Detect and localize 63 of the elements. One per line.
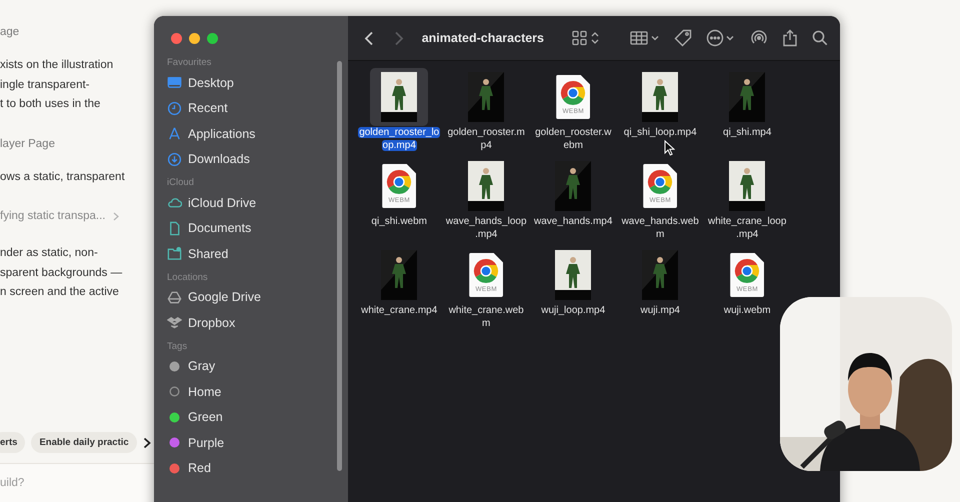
sidebar-item[interactable]: Recent	[188, 101, 228, 116]
file-name[interactable]: golden_rooster.m p4	[448, 126, 525, 152]
drive-icon	[167, 290, 182, 305]
apps-icon	[167, 126, 182, 142]
desktop-icon	[167, 75, 182, 90]
close-button[interactable]	[171, 33, 182, 44]
minimize-button[interactable]	[189, 33, 200, 44]
tag-item[interactable]: Red	[188, 461, 211, 476]
document-icon	[167, 220, 182, 236]
section-heading: layer Page	[0, 138, 56, 150]
file-name[interactable]: white_crane.web m	[448, 304, 524, 330]
scroll-bar[interactable]	[336, 61, 342, 471]
suggestion-chip[interactable]: erts	[0, 432, 26, 453]
chevron-icon[interactable]	[142, 436, 151, 448]
sidebar-item[interactable]: Shared	[188, 246, 228, 261]
share-icon[interactable]	[782, 29, 798, 47]
file-name[interactable]: wave_hands.web m	[622, 215, 699, 241]
suggestion-chip[interactable]: Enable daily practic	[31, 432, 137, 453]
paragraph: ows a static, transparent	[0, 170, 126, 184]
file-name[interactable]: white_crane.mp4	[361, 304, 438, 317]
file-name[interactable]: wuji.webm	[724, 304, 771, 317]
shared-folder-icon	[167, 246, 182, 262]
sidebar-header: Favourites	[167, 56, 212, 70]
cloud-icon	[167, 195, 182, 210]
tag-item[interactable]: Green	[188, 410, 223, 424]
file-name[interactable]: golden_rooster_lo op.mp4	[358, 126, 440, 152]
tag-item[interactable]: Purple	[188, 436, 224, 450]
file-name[interactable]: qi_shi_loop.mp4	[624, 126, 697, 139]
search-icon[interactable]	[812, 30, 828, 46]
file-name[interactable]: wuji.mp4	[640, 304, 680, 317]
chevron-icon	[113, 212, 120, 220]
more-icon[interactable]	[706, 29, 736, 47]
sidebar-header: Tags	[167, 340, 188, 354]
file-name[interactable]: golden_rooster.w ebm	[535, 126, 612, 152]
group-icon[interactable]	[630, 30, 660, 46]
sidebar-item[interactable]: Dropbox	[188, 316, 236, 330]
file-name[interactable]: wuji_loop.mp4	[541, 304, 606, 317]
file-name[interactable]: qi_shi.webm	[371, 215, 428, 228]
sidebar-header: iCloud	[167, 176, 195, 190]
file-name[interactable]: wave_hands_loop .mp4	[446, 215, 527, 241]
sidebar-item[interactable]: Desktop	[188, 76, 234, 90]
tag-item[interactable]: Gray	[188, 359, 216, 374]
clock-icon	[167, 100, 182, 116]
file-name[interactable]: qi_shi.mp4	[723, 126, 772, 139]
sidebar-item[interactable]: Downloads	[188, 152, 250, 166]
back-icon[interactable]	[364, 30, 374, 46]
sidebar-item[interactable]: Documents	[188, 221, 252, 236]
download-icon	[167, 152, 182, 167]
section-heading: age	[0, 26, 20, 38]
zoom-button[interactable]	[207, 33, 218, 44]
cursor-icon	[664, 140, 675, 156]
sidebar-item[interactable]: Applications	[188, 126, 256, 141]
paragraph: xists on the illustration ingle transparent- t to both uses in the	[0, 58, 114, 112]
file-name[interactable]: wave_hands.mp4	[534, 215, 612, 228]
file-name[interactable]: white_crane_loop .mp4	[708, 215, 786, 241]
window-title: animated-characters	[422, 31, 544, 45]
sidebar-header: Locations	[167, 270, 209, 284]
paragraph: nder as static, non- sparent backgrounds — n screen and the active	[0, 246, 124, 300]
sidebar-item[interactable]: iCloud Drive	[188, 196, 256, 210]
box-icon	[167, 315, 182, 330]
sidebar-item[interactable]: Google Drive	[188, 290, 261, 304]
tag-icon[interactable]	[674, 29, 692, 47]
tag-item[interactable]: Home	[188, 384, 222, 399]
